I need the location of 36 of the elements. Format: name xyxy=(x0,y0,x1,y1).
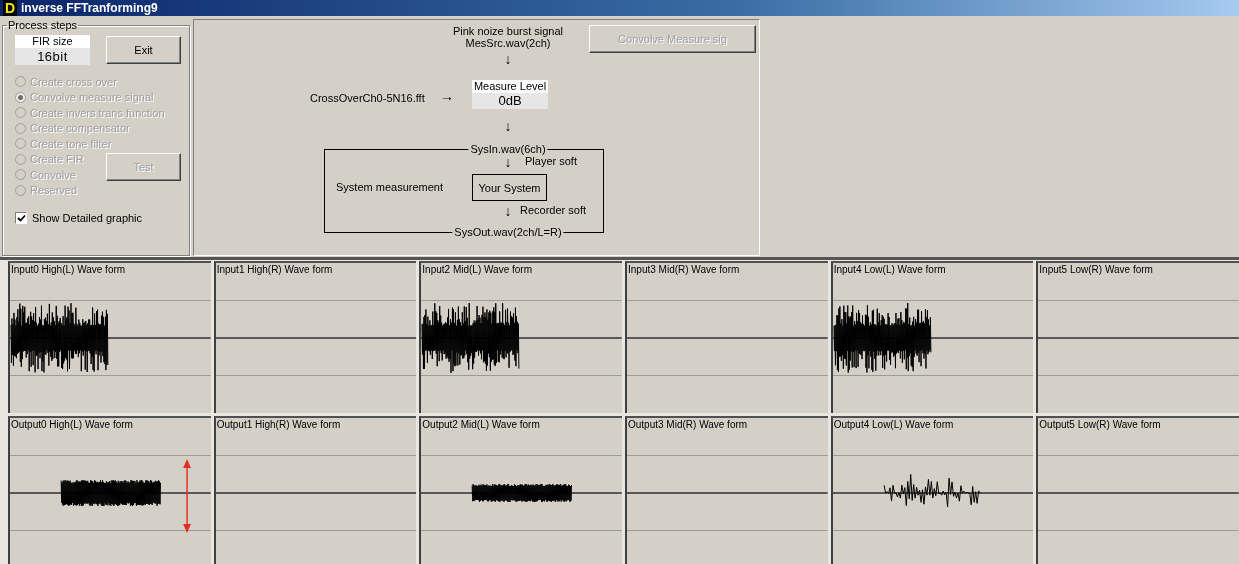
measure-level-label: Measure Level xyxy=(472,80,548,93)
panel-title: Output2 Mid(L) Wave form xyxy=(422,419,540,431)
diagram-label: Player soft xyxy=(525,155,577,168)
diagram-label: SysIn.wav(6ch) xyxy=(468,143,548,156)
panel-title: Input3 Mid(R) Wave form xyxy=(628,264,740,276)
flow-arrow: ↓ xyxy=(504,53,512,66)
panel-title: Output4 Low(L) Wave form xyxy=(833,419,954,431)
diagram-label: Pink noize burst signal xyxy=(452,25,564,38)
diagram-label: System measurement xyxy=(336,181,443,194)
flow-arrow: ↓ xyxy=(504,120,512,133)
flow-arrow: → xyxy=(440,90,454,103)
panel-title: Output0 High(L) Wave form xyxy=(11,419,133,431)
diagram-label: MesSrc.wav(2ch) xyxy=(465,37,551,50)
panel-title: Output1 High(R) Wave form xyxy=(216,419,341,431)
panel-title: Input2 Mid(L) Wave form xyxy=(422,264,532,276)
measure-level-value: 0dB xyxy=(472,93,548,109)
fir-size-label: FIR size xyxy=(15,35,90,48)
app-icon: D xyxy=(3,0,17,16)
fir-size-value: 16bit xyxy=(15,48,90,65)
exit-button[interactable]: Exit xyxy=(106,36,181,64)
panel-title: Output5 Low(R) Wave form xyxy=(1039,419,1161,431)
diagram-label: Recorder soft xyxy=(520,204,587,217)
show-detailed-checkbox[interactable]: Show Detailed graphic xyxy=(15,212,143,224)
checkmark-icon xyxy=(16,213,26,223)
panel-title: Input4 Low(L) Wave form xyxy=(833,264,946,276)
diagram-label: SysOut.wav(2ch/L=R) xyxy=(452,226,564,239)
group-legend: Process steps xyxy=(7,19,79,31)
flow-arrow: ↓ xyxy=(504,205,512,218)
window-title: inverse FFTranforming9 xyxy=(21,1,158,15)
panel-title: Input0 High(L) Wave form xyxy=(11,264,126,276)
your-system-box: Your System xyxy=(472,174,547,201)
panel-title: Output3 Mid(R) Wave form xyxy=(628,419,748,431)
panel-title: Input1 High(R) Wave form xyxy=(216,264,333,276)
panel-title: Input5 Low(R) Wave form xyxy=(1039,264,1153,276)
diagram-label: CrossOverCh0-5N16.fft xyxy=(310,92,425,105)
flow-arrow: ↓ xyxy=(504,156,512,169)
